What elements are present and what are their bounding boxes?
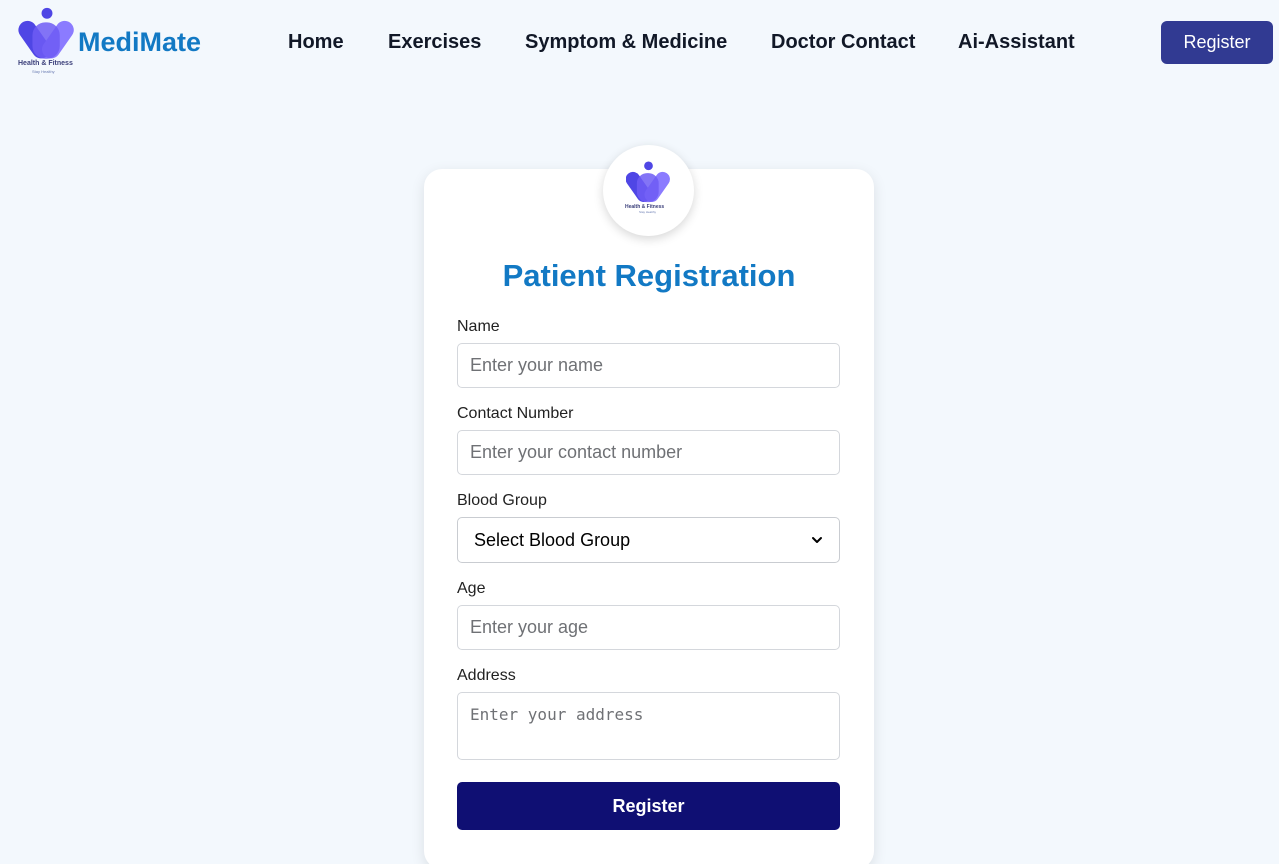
logo-tagline: Health & Fitness	[18, 60, 73, 67]
nav-register-button[interactable]: Register	[1161, 21, 1273, 64]
chevron-down-icon	[812, 537, 822, 543]
blood-group-select[interactable]: Select Blood Group	[457, 517, 840, 563]
nav-doctor-contact-link[interactable]: Doctor Contact	[771, 31, 915, 54]
brand-name: MediMate	[78, 27, 202, 57]
nav-home-link[interactable]: Home	[288, 31, 344, 54]
medimate-logo: Health & Fitness Stay Healthy	[17, 6, 77, 74]
blood-group-label: Blood Group	[457, 492, 547, 509]
form-title: Patient Registration	[502, 258, 796, 293]
top-navbar: Health & Fitness Stay Healthy MediMate H…	[0, 3, 1279, 81]
address-label: Address	[457, 667, 516, 684]
logo-mark-icon	[17, 7, 77, 62]
name-input[interactable]	[457, 343, 840, 388]
nav-ai-assistant-link[interactable]: Ai-Assistant	[958, 31, 1075, 54]
nav-exercises-link[interactable]: Exercises	[388, 31, 481, 54]
card-logo-subtagline: Stay Healthy	[639, 210, 657, 214]
logo-subtagline: Stay Healthy	[32, 69, 55, 74]
contact-label: Contact Number	[457, 405, 574, 422]
card-logo: Health & Fitness Stay Healthy	[603, 145, 694, 236]
age-input[interactable]	[457, 605, 840, 650]
blood-group-selected-value: Select Blood Group	[474, 529, 631, 550]
nav-symptom-medicine-link[interactable]: Symptom & Medicine	[525, 31, 727, 54]
address-textarea[interactable]	[457, 692, 840, 760]
age-label: Age	[457, 580, 486, 597]
contact-number-input[interactable]	[457, 430, 840, 475]
name-label: Name	[457, 318, 500, 335]
logo-mark-icon	[626, 161, 671, 205]
register-submit-button[interactable]: Register	[457, 782, 840, 830]
brand[interactable]: Health & Fitness Stay Healthy MediMate	[17, 6, 201, 74]
